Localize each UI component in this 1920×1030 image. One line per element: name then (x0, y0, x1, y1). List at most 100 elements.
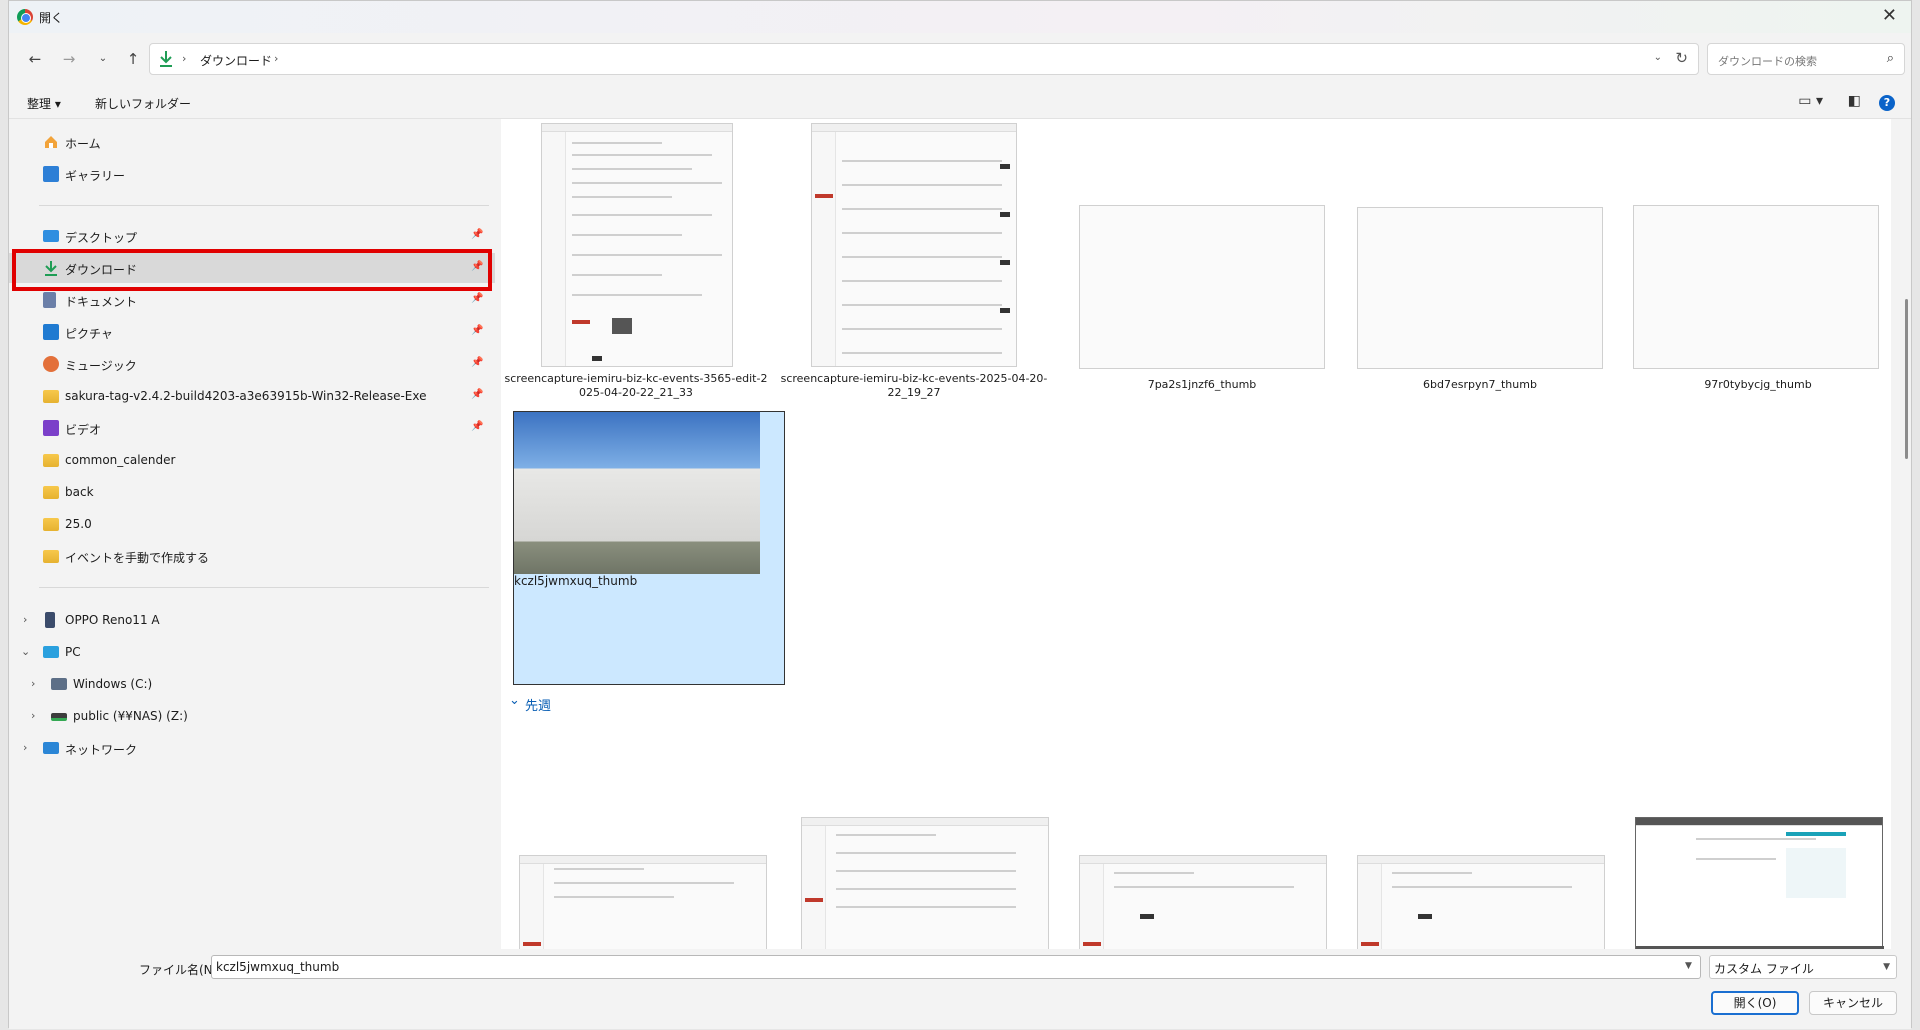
title-bar: 開く ✕ (9, 1, 1911, 33)
expand-chevron-icon[interactable]: › (31, 677, 35, 690)
collapse-chevron-icon[interactable]: ⌄ (21, 645, 30, 658)
file-tile[interactable]: 7pa2s1jnzf6_thumb (1057, 119, 1327, 409)
file-name: screencapture-iemiru-biz-kc-events-2025-… (780, 372, 1048, 385)
download-icon (160, 51, 172, 67)
search-placeholder: ダウンロードの検索 (1718, 55, 1817, 68)
file-tile[interactable]: screencapture-iemiru-biz-kc-events-2025-… (779, 119, 1049, 409)
new-folder-button[interactable]: 新しいフォルダー (95, 95, 191, 112)
sidebar-item-label: ホーム (65, 137, 101, 151)
sidebar-item-label: ミュージック (65, 359, 137, 373)
file-thumbnail[interactable] (1357, 855, 1605, 949)
navigation-pane: ホーム ギャラリー デスクトップ 📌 ダウンロード 📌 ドキュメント 📌 ピクチ… (9, 119, 495, 949)
recent-chevron-icon[interactable]: ⌄ (91, 47, 115, 71)
file-thumbnail (811, 123, 1017, 367)
preview-pane-icon[interactable]: ◧ (1848, 93, 1861, 109)
sidebar-item-back[interactable]: back (9, 477, 495, 507)
image-thumbnail (1633, 205, 1879, 369)
divider (39, 587, 489, 588)
expand-chevron-icon[interactable]: › (31, 709, 35, 722)
view-options-icon[interactable]: ▭ ▾ (1798, 93, 1823, 109)
drive-icon (51, 678, 67, 690)
highlight-box (12, 249, 492, 291)
group-header-label: 先週 (525, 699, 552, 714)
file-thumbnail[interactable] (519, 855, 767, 949)
sidebar-item-label: OPPO Reno11 A (65, 613, 160, 627)
file-tile-selected[interactable]: kczl5jwmxuq_thumb (513, 411, 785, 685)
breadcrumb-separator-icon[interactable]: › (274, 52, 278, 65)
filename-label: ファイル名(N): (139, 963, 222, 977)
open-button[interactable]: 開く(O) (1711, 991, 1799, 1015)
organize-button[interactable]: 整理 ▾ (27, 95, 61, 112)
pin-icon[interactable]: 📌 (471, 357, 483, 368)
search-input[interactable]: ダウンロードの検索 ⌕ (1707, 43, 1905, 75)
vertical-scrollbar[interactable] (1903, 119, 1911, 949)
file-name: 7pa2s1jnzf6_thumb (1147, 378, 1257, 391)
expand-chevron-icon[interactable]: › (23, 741, 27, 754)
sidebar-item-home[interactable]: ホーム (9, 127, 495, 157)
address-bar[interactable]: › ダウンロード › ⌄ ↻ (149, 43, 1699, 75)
sidebar-item-label: 25.0 (65, 517, 92, 531)
pin-icon[interactable]: 📌 (471, 293, 483, 304)
sidebar-item-label: イベントを手動で作成する (65, 551, 210, 565)
help-icon[interactable]: ? (1879, 95, 1895, 111)
close-icon[interactable]: ✕ (1882, 5, 1897, 26)
pictures-icon (43, 324, 59, 340)
sidebar-item-music[interactable]: ミュージック 📌 (9, 349, 495, 379)
sidebar-item-label: ドキュメント (65, 295, 138, 309)
file-name-line2: 025-04-20-22_21_33 (579, 386, 693, 399)
command-bar: 整理 ▾ 新しいフォルダー ▭ ▾ ◧ ? (9, 87, 1911, 119)
collapse-chevron-icon: ⌄ (509, 693, 520, 708)
sidebar-item-label: ネットワーク (65, 743, 138, 757)
sidebar-item-25-0[interactable]: 25.0 (9, 509, 495, 539)
file-thumbnail[interactable] (1635, 817, 1884, 949)
sidebar-item-pictures[interactable]: ピクチャ 📌 (9, 317, 495, 347)
pin-icon[interactable]: 📌 (471, 389, 483, 400)
sidebar-item-common-calender[interactable]: common_calender (9, 445, 495, 475)
up-arrow-icon[interactable]: ↑ (121, 47, 145, 71)
sidebar-item-label: ビデオ (65, 423, 102, 437)
chevron-down-icon[interactable]: ⌄ (1654, 52, 1662, 63)
file-thumbnail[interactable] (801, 817, 1049, 949)
folder-icon (43, 550, 59, 563)
file-name: kczl5jwmxuq_thumb (514, 574, 638, 588)
scrollbar-thumb[interactable] (1905, 299, 1908, 459)
expand-chevron-icon[interactable]: › (23, 613, 27, 626)
music-icon (43, 356, 59, 372)
chrome-icon (17, 9, 33, 25)
sidebar-item-pc[interactable]: ⌄ PC (9, 637, 495, 667)
sidebar-item-sakura-tag[interactable]: sakura-tag-v2.4.2-build4203-a3e63915b-Wi… (9, 381, 495, 411)
image-thumbnail (1079, 205, 1325, 369)
folder-icon (43, 486, 59, 499)
filetype-select[interactable]: カスタム ファイル ▼ (1709, 955, 1897, 979)
videos-icon (43, 420, 59, 436)
sidebar-item-manual-event[interactable]: イベントを手動で作成する (9, 541, 495, 571)
pc-icon (43, 646, 59, 658)
filename-field[interactable] (211, 955, 1701, 979)
sidebar-item-videos[interactable]: ビデオ 📌 (9, 413, 495, 443)
image-thumbnail (514, 412, 760, 574)
file-tile[interactable]: 6bd7esrpyn7_thumb (1335, 119, 1605, 409)
file-tile[interactable]: 97r0tybycjg_thumb (1613, 119, 1883, 409)
file-tile[interactable]: screencapture-iemiru-biz-kc-events-3565-… (501, 119, 771, 409)
chevron-down-icon[interactable]: ▼ (1685, 961, 1692, 971)
back-arrow-icon[interactable]: ← (23, 47, 47, 71)
sidebar-item-desktop[interactable]: デスクトップ 📌 (9, 221, 495, 251)
sidebar-item-label: PC (65, 645, 81, 659)
forward-arrow-icon[interactable]: → (57, 47, 81, 71)
breadcrumb-downloads[interactable]: ダウンロード (200, 52, 272, 69)
sidebar-item-oppo[interactable]: › OPPO Reno11 A (9, 605, 495, 635)
pin-icon[interactable]: 📌 (471, 229, 483, 240)
pin-icon[interactable]: 📌 (471, 421, 483, 432)
sidebar-item-label: public (¥¥NAS) (Z:) (73, 709, 188, 723)
refresh-icon[interactable]: ↻ (1675, 49, 1688, 67)
open-file-dialog: 開く ✕ ← → ⌄ ↑ › ダウンロード › ⌄ ↻ ダウンロードの検索 ⌕ … (8, 0, 1912, 1029)
pin-icon[interactable]: 📌 (471, 325, 483, 336)
sidebar-item-windows-c[interactable]: › Windows (C:) (9, 669, 495, 699)
cancel-button[interactable]: キャンセル (1809, 991, 1897, 1015)
sidebar-item-network[interactable]: › ネットワーク (9, 733, 495, 763)
file-thumbnail[interactable] (1079, 855, 1327, 949)
sidebar-item-gallery[interactable]: ギャラリー (9, 159, 495, 189)
sidebar-item-public-nas[interactable]: › public (¥¥NAS) (Z:) (9, 701, 495, 731)
network-drive-icon (51, 713, 67, 721)
image-thumbnail (1357, 207, 1603, 369)
